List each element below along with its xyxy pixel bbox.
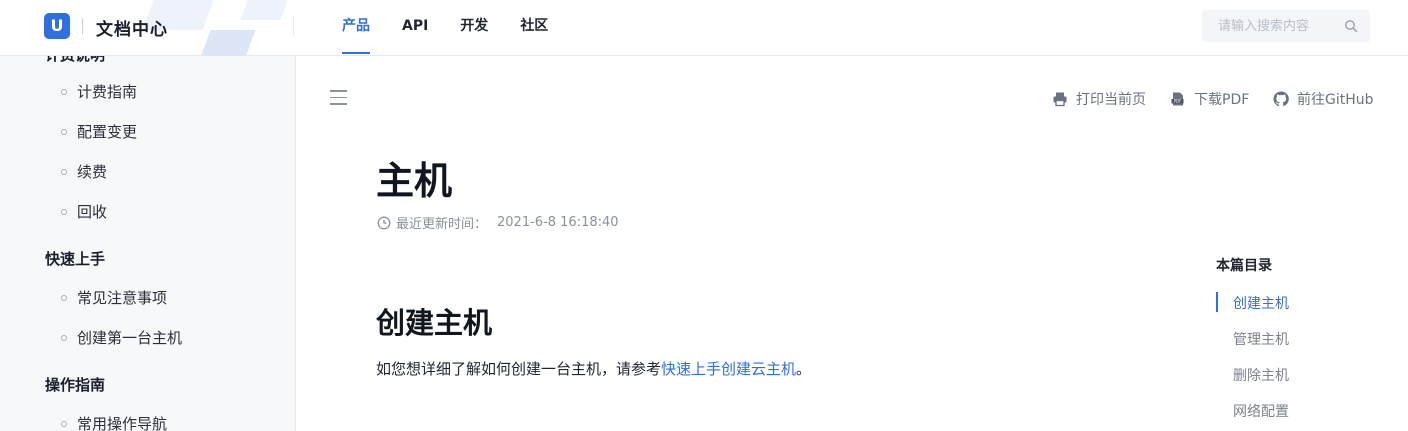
logo-divider: [82, 18, 83, 34]
sidebar-item-create-first-host[interactable]: 创建第一台主机: [61, 327, 182, 348]
main-nav: 产品 API 开发 社区: [342, 0, 580, 56]
toc-item-manage-host[interactable]: 管理主机: [1233, 329, 1289, 349]
search-icon[interactable]: [1344, 19, 1358, 33]
sidebar-item-common-ops[interactable]: 常用操作导航: [61, 413, 167, 431]
sidebar-item-label: 常见注意事项: [77, 289, 168, 307]
site-title[interactable]: 文档中心: [96, 15, 168, 40]
print-page-link[interactable]: 打印当前页: [1052, 89, 1146, 109]
bullet-icon: [61, 88, 67, 95]
github-icon: [1273, 91, 1289, 107]
printer-icon: [1053, 92, 1067, 107]
github-link[interactable]: 前往GitHub: [1273, 89, 1374, 109]
sidebar-section-quickstart[interactable]: 快速上手: [45, 248, 105, 269]
sidebar: 计费说明 计费指南 配置变更 续费 回收 快速上手 常见注意事项 创建第一台主机…: [0, 56, 296, 431]
section-paragraph: 如您想详细了解如何创建一台主机，请参考快速上手创建云主机。: [376, 358, 811, 379]
download-pdf-label: 下载PDF: [1194, 92, 1250, 108]
nav-item-api[interactable]: API: [402, 0, 428, 56]
print-page-label: 打印当前页: [1076, 92, 1146, 108]
clock-icon: [377, 216, 391, 229]
updated-label: 最近更新时间：: [396, 217, 488, 232]
sidebar-section-operations[interactable]: 操作指南: [45, 374, 105, 395]
toc-item-network-config[interactable]: 网络配置: [1233, 401, 1289, 421]
github-label: 前往GitHub: [1297, 92, 1374, 108]
quickstart-link[interactable]: 快速上手创建云主机: [661, 360, 796, 378]
sidebar-item-label: 配置变更: [77, 123, 138, 141]
sidebar-item-label: 创建第一台主机: [77, 329, 183, 347]
toc-item-delete-host[interactable]: 删除主机: [1233, 365, 1289, 385]
logo[interactable]: U: [44, 13, 70, 39]
sidebar-item-label: 续费: [77, 163, 108, 181]
bullet-icon: [61, 420, 67, 427]
last-updated: 最近更新时间： 2021-6-8 16:18:40: [377, 213, 619, 232]
top-header: U 文档中心 产品 API 开发 社区: [0, 0, 1408, 56]
bullet-icon: [61, 334, 67, 341]
bullet-icon: [61, 128, 67, 135]
paragraph-end: 。: [796, 360, 812, 378]
pdf-icon: PDF: [1171, 92, 1184, 106]
menu-toggle-icon[interactable]: [330, 90, 347, 106]
section-heading: 创建主机: [376, 306, 493, 340]
nav-item-develop[interactable]: 开发: [460, 0, 488, 56]
toc-item-create-host[interactable]: 创建主机: [1233, 293, 1289, 313]
sidebar-item-label: 常用操作导航: [77, 415, 168, 431]
svg-text:PDF: PDF: [1174, 99, 1182, 104]
sidebar-item-billing-guide[interactable]: 计费指南: [61, 81, 137, 102]
search-box[interactable]: [1202, 10, 1370, 42]
sidebar-item-recycle[interactable]: 回收: [61, 201, 107, 222]
sidebar-section-billing[interactable]: 计费说明: [45, 56, 105, 65]
page-title: 主机: [376, 159, 453, 203]
updated-time: 2021-6-8 16:18:40: [497, 215, 619, 230]
sidebar-item-config-change[interactable]: 配置变更: [61, 121, 137, 142]
toc-title: 本篇目录: [1216, 258, 1272, 274]
sidebar-item-label: 计费指南: [77, 83, 138, 101]
header-divider: [293, 16, 294, 36]
search-input[interactable]: [1218, 10, 1338, 42]
sidebar-item-notes[interactable]: 常见注意事项: [61, 287, 167, 308]
nav-item-products[interactable]: 产品: [342, 0, 370, 56]
download-pdf-link[interactable]: PDF 下载PDF: [1170, 89, 1249, 109]
nav-item-community[interactable]: 社区: [520, 0, 548, 56]
bullet-icon: [61, 208, 67, 215]
toc-active-indicator: [1216, 292, 1218, 312]
sidebar-item-renew[interactable]: 续费: [61, 161, 107, 182]
sidebar-item-label: 回收: [77, 203, 108, 221]
bullet-icon: [61, 168, 67, 175]
paragraph-text: 如您想详细了解如何创建一台主机，请参考: [376, 360, 662, 378]
bullet-icon: [61, 294, 67, 301]
